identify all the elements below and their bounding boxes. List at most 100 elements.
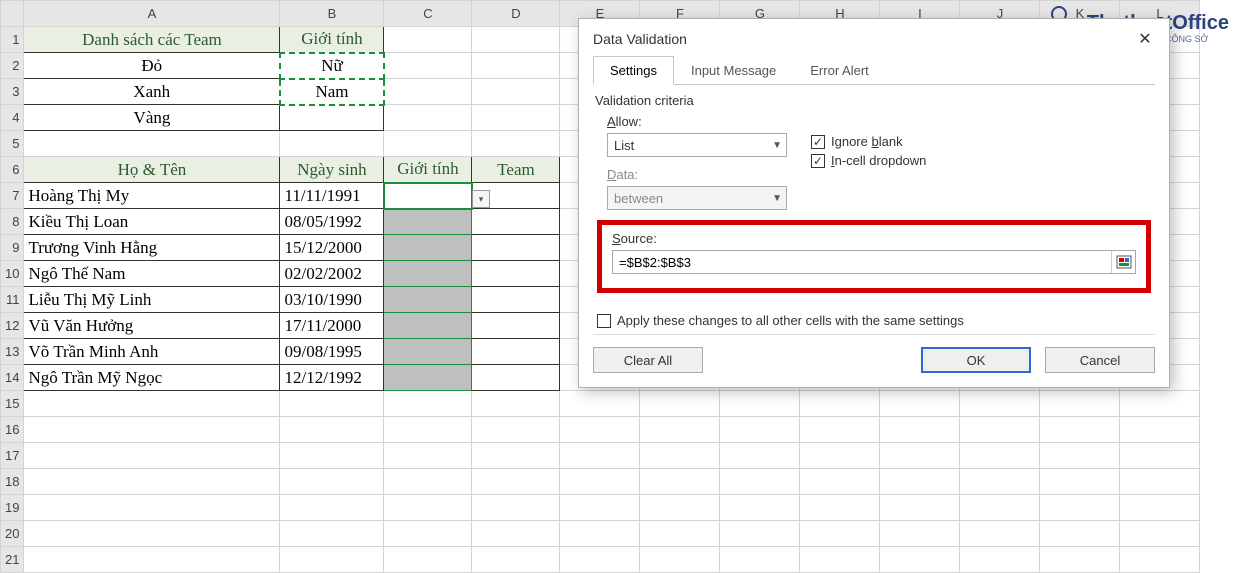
incell-dropdown-checkbox[interactable]: ✓ In-cell dropdown <box>811 153 926 168</box>
row-header[interactable]: 7 <box>1 183 24 209</box>
cell[interactable]: Kiều Thị Loan <box>24 209 280 235</box>
cell[interactable] <box>1040 443 1120 469</box>
cell[interactable] <box>720 495 800 521</box>
cell[interactable]: Trương Vinh Hằng <box>24 235 280 261</box>
cell[interactable] <box>24 443 280 469</box>
cell[interactable] <box>560 521 640 547</box>
cell[interactable] <box>472 469 560 495</box>
row-header[interactable]: 20 <box>1 521 24 547</box>
row-header[interactable]: 2 <box>1 53 24 79</box>
cell[interactable] <box>472 417 560 443</box>
row-header[interactable]: 3 <box>1 79 24 105</box>
cell[interactable] <box>880 391 960 417</box>
cell[interactable] <box>472 365 560 391</box>
cell[interactable] <box>800 521 880 547</box>
cell[interactable] <box>384 27 472 53</box>
cell[interactable]: 17/11/2000 <box>280 313 384 339</box>
cell[interactable]: Hoàng Thị My <box>24 183 280 209</box>
allow-dropdown[interactable]: List▼ <box>607 133 787 157</box>
cell[interactable]: 11/11/1991 <box>280 183 384 209</box>
cell[interactable] <box>1120 417 1200 443</box>
cell[interactable]: Ngô Trần Mỹ Ngọc <box>24 365 280 391</box>
cell[interactable] <box>384 313 472 339</box>
tab-input-message[interactable]: Input Message <box>674 56 793 85</box>
cell[interactable] <box>560 417 640 443</box>
cell[interactable] <box>880 417 960 443</box>
cell[interactable] <box>880 469 960 495</box>
cell[interactable] <box>472 131 560 157</box>
corner-cell[interactable] <box>1 1 24 27</box>
cell[interactable]: Giới tính <box>384 157 472 183</box>
cell[interactable] <box>384 365 472 391</box>
cell[interactable] <box>800 495 880 521</box>
cell[interactable] <box>384 391 472 417</box>
cell[interactable] <box>472 391 560 417</box>
cell[interactable] <box>280 469 384 495</box>
row-header[interactable]: 16 <box>1 417 24 443</box>
row-header[interactable]: 5 <box>1 131 24 157</box>
cell[interactable] <box>384 235 472 261</box>
cell[interactable] <box>384 183 472 209</box>
cell[interactable] <box>960 469 1040 495</box>
col-header[interactable]: C <box>384 1 472 27</box>
cell[interactable] <box>384 417 472 443</box>
cell[interactable] <box>1040 469 1120 495</box>
col-header[interactable]: D <box>472 1 560 27</box>
cell[interactable] <box>472 235 560 261</box>
cell[interactable] <box>960 443 1040 469</box>
row-header[interactable]: 1 <box>1 27 24 53</box>
cell[interactable] <box>280 443 384 469</box>
cell[interactable] <box>960 417 1040 443</box>
ok-button[interactable]: OK <box>921 347 1031 373</box>
cell[interactable] <box>384 105 472 131</box>
range-picker-button[interactable] <box>1111 251 1135 273</box>
cell[interactable] <box>1040 521 1120 547</box>
cell[interactable] <box>720 521 800 547</box>
cell[interactable] <box>472 287 560 313</box>
tab-settings[interactable]: Settings <box>593 56 674 85</box>
cell[interactable] <box>24 131 280 157</box>
cell[interactable] <box>24 391 280 417</box>
cell[interactable] <box>560 469 640 495</box>
cell[interactable] <box>960 391 1040 417</box>
cell[interactable]: Xanh <box>24 79 280 105</box>
cell[interactable] <box>960 521 1040 547</box>
cell[interactable] <box>384 209 472 235</box>
cell[interactable] <box>472 79 560 105</box>
cell[interactable] <box>560 443 640 469</box>
cell[interactable] <box>720 469 800 495</box>
cell[interactable]: 02/02/2002 <box>280 261 384 287</box>
cell[interactable] <box>280 105 384 131</box>
row-header[interactable]: 8 <box>1 209 24 235</box>
cell[interactable] <box>800 469 880 495</box>
cell[interactable] <box>880 521 960 547</box>
cell[interactable]: 03/10/1990 <box>280 287 384 313</box>
cell[interactable] <box>472 313 560 339</box>
cell[interactable] <box>1040 391 1120 417</box>
cell[interactable] <box>384 469 472 495</box>
cell[interactable] <box>472 53 560 79</box>
cell[interactable] <box>1120 469 1200 495</box>
cell[interactable] <box>720 417 800 443</box>
cell[interactable] <box>800 391 880 417</box>
cell[interactable] <box>384 261 472 287</box>
cell[interactable] <box>640 417 720 443</box>
cell[interactable] <box>384 287 472 313</box>
clear-all-button[interactable]: Clear All <box>593 347 703 373</box>
row-header[interactable]: 9 <box>1 235 24 261</box>
cell[interactable] <box>640 495 720 521</box>
cell[interactable]: Nam <box>280 79 384 105</box>
cell[interactable]: 08/05/1992 <box>280 209 384 235</box>
cancel-button[interactable]: Cancel <box>1045 347 1155 373</box>
row-header[interactable]: 6 <box>1 157 24 183</box>
row-header[interactable]: 17 <box>1 443 24 469</box>
cell[interactable] <box>560 391 640 417</box>
cell[interactable] <box>1120 443 1200 469</box>
cell[interactable] <box>1120 495 1200 521</box>
cell[interactable] <box>640 443 720 469</box>
cell[interactable] <box>800 417 880 443</box>
cell[interactable]: 09/08/1995 <box>280 339 384 365</box>
cell[interactable] <box>472 521 560 547</box>
cell[interactable] <box>960 495 1040 521</box>
cell[interactable] <box>280 131 384 157</box>
